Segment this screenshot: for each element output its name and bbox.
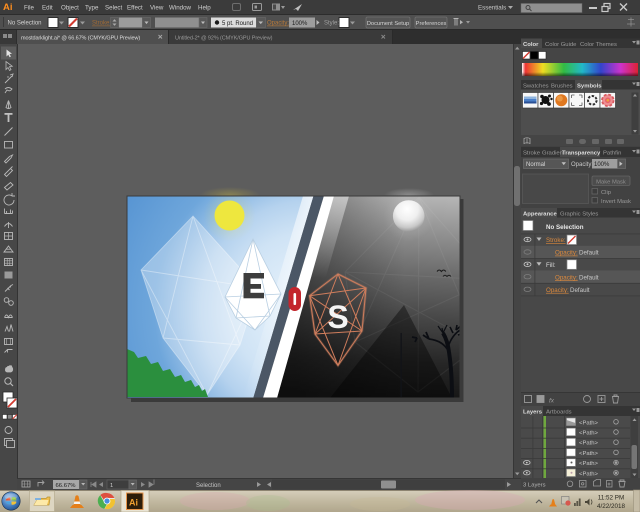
svg-text:<Path>: <Path>: [579, 441, 599, 447]
svg-text:Opacity:: Opacity:: [555, 274, 578, 281]
svg-text:<Path>: <Path>: [579, 420, 599, 426]
svg-text:Preferences: Preferences: [416, 21, 447, 27]
svg-text:Make Mask: Make Mask: [596, 179, 626, 185]
svg-text:Layers: Layers: [523, 410, 543, 416]
svg-text:Edit: Edit: [42, 5, 53, 12]
svg-text:Pathfin: Pathfin: [603, 151, 621, 157]
svg-text:Ai: Ai: [129, 498, 138, 508]
svg-text:Clip: Clip: [601, 190, 611, 196]
svg-text:View: View: [150, 5, 164, 12]
svg-text:Brushes: Brushes: [551, 83, 573, 89]
svg-text:Window: Window: [169, 5, 192, 12]
svg-text:11:52 PM: 11:52 PM: [598, 495, 625, 502]
svg-text:Color Themes: Color Themes: [580, 42, 617, 48]
svg-text:Stroke: Stroke: [523, 151, 541, 157]
svg-text:100%: 100%: [292, 21, 308, 27]
svg-text:Effect: Effect: [127, 5, 143, 12]
svg-text:Swatches: Swatches: [523, 83, 549, 89]
svg-text:4/22/2018: 4/22/2018: [597, 503, 626, 510]
svg-text:No Selection: No Selection: [8, 21, 42, 27]
svg-text:Style:: Style:: [324, 21, 339, 27]
svg-text:<Path>: <Path>: [579, 461, 599, 467]
svg-text:Type: Type: [85, 5, 99, 12]
svg-text:Graphic Styles: Graphic Styles: [560, 211, 598, 217]
svg-text:Artboards: Artboards: [546, 410, 572, 416]
svg-text:S: S: [327, 299, 348, 335]
svg-text:1: 1: [110, 483, 113, 489]
svg-text:<Path>: <Path>: [579, 471, 599, 477]
svg-text:5 pt. Round: 5 pt. Round: [222, 21, 253, 27]
svg-text:Transparency: Transparency: [562, 151, 601, 157]
svg-text:<Path>: <Path>: [579, 431, 599, 437]
svg-text:Essentials: Essentials: [478, 4, 506, 11]
svg-text:Gradien: Gradien: [542, 151, 563, 157]
svg-text:Stroke:: Stroke:: [546, 237, 566, 244]
svg-text:Opacity:: Opacity:: [267, 21, 289, 27]
svg-text:Default: Default: [579, 274, 599, 281]
svg-text:fx: fx: [549, 398, 555, 405]
svg-text:Opacity:: Opacity:: [571, 162, 593, 168]
svg-text:Help: Help: [198, 5, 211, 12]
svg-text:<Path>: <Path>: [579, 451, 599, 457]
svg-text:Symbols: Symbols: [577, 83, 602, 89]
svg-text:Default: Default: [570, 287, 590, 294]
svg-text:Color Guide: Color Guide: [545, 42, 577, 48]
svg-text:File: File: [24, 5, 35, 12]
svg-text:Default: Default: [579, 250, 599, 257]
svg-text:Select: Select: [105, 5, 122, 12]
svg-text:100%: 100%: [594, 162, 610, 168]
svg-text:Document Setup: Document Setup: [367, 21, 409, 27]
svg-text:Opacity:: Opacity:: [555, 250, 578, 257]
svg-text:Fill:: Fill:: [546, 262, 556, 269]
svg-text:Untitled-2* @ 92% (CMYK/GPU Pr: Untitled-2* @ 92% (CMYK/GPU Preview): [175, 36, 273, 42]
svg-text:Appearance: Appearance: [523, 211, 557, 217]
svg-text:Object: Object: [61, 5, 79, 12]
svg-text:Ai: Ai: [3, 2, 13, 13]
svg-text:Color: Color: [523, 42, 539, 48]
svg-text:Selection: Selection: [196, 483, 221, 489]
svg-text:Opacity:: Opacity:: [546, 287, 569, 294]
svg-text:No Selection: No Selection: [546, 224, 584, 231]
svg-text:3 Layers: 3 Layers: [523, 482, 546, 488]
svg-text:mostdarklight.ai* @ 66.67% (CM: mostdarklight.ai* @ 66.67% (CMYK/GPU Pre…: [21, 36, 140, 42]
svg-text:Invert Mask: Invert Mask: [601, 199, 631, 205]
svg-text:66.67%: 66.67%: [56, 483, 77, 489]
svg-text:Normal: Normal: [526, 162, 545, 168]
svg-text:Stroke:: Stroke:: [92, 21, 111, 27]
